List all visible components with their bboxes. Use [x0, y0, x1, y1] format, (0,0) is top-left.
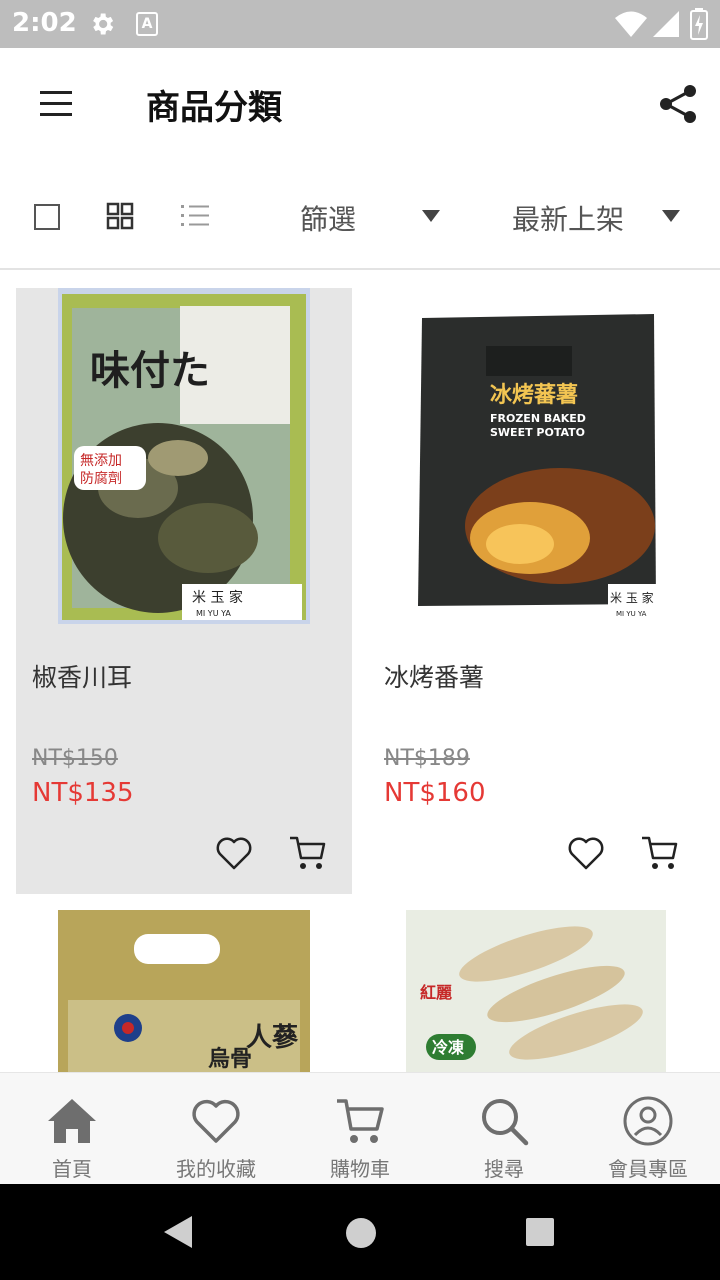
package-label: 冰烤蕃薯 — [490, 382, 578, 408]
settings-icon — [93, 13, 114, 35]
package-label: 米 玉 家 — [610, 590, 654, 605]
cart-icon — [337, 1099, 384, 1143]
product-image[interactable]: 冰烤蕃薯 FROZEN BAKED SWEET POTATO 米 玉 家 MI … — [410, 288, 662, 624]
product-card[interactable]: 味付た 無添加 防腐劑 米 玉 家 MI YU YA 椒香川耳 NT$150 N… — [16, 288, 352, 894]
package-label: MI YU YA — [616, 610, 647, 618]
package-label: 無添加 — [80, 453, 122, 469]
package-label: MI YU YA — [196, 609, 231, 618]
system-nav-bar — [0, 1184, 720, 1280]
signal-icon — [653, 11, 679, 37]
package-label: 紅麗 — [420, 983, 452, 1002]
cart-icon[interactable] — [640, 834, 680, 872]
recent-apps-icon[interactable] — [526, 1218, 554, 1246]
app-bar: 商品分類 — [0, 48, 720, 160]
cart-icon[interactable] — [288, 834, 328, 872]
heart-icon[interactable] — [566, 834, 606, 872]
nav-label: 我的收藏 — [176, 1157, 256, 1181]
product-card[interactable]: 冰烤蕃薯 FROZEN BAKED SWEET POTATO 米 玉 家 MI … — [368, 288, 704, 894]
sale-price: NT$135 — [32, 778, 134, 808]
account-icon — [623, 1096, 673, 1146]
grid-view-icon[interactable] — [106, 202, 134, 230]
nav-favorites[interactable]: 我的收藏 — [144, 1073, 288, 1185]
status-time: 2:02 — [12, 8, 77, 38]
original-price: NT$189 — [384, 746, 470, 771]
battery-icon — [690, 8, 708, 40]
page-title: 商品分類 — [146, 88, 282, 128]
package-label: 人蔘 — [246, 1023, 299, 1053]
product-name[interactable]: 冰烤番薯 — [384, 658, 484, 694]
nav-cart[interactable]: 購物車 — [288, 1073, 432, 1185]
nav-label: 會員專區 — [608, 1157, 688, 1181]
sale-price: NT$160 — [384, 778, 486, 808]
bottom-nav: 首頁 我的收藏 購物車 搜尋 會員專區 — [0, 1072, 720, 1184]
nav-search[interactable]: 搜尋 — [432, 1073, 576, 1185]
view-toolbar: 篩選 最新上架 — [0, 160, 720, 270]
sort-label: 最新上架 — [512, 203, 625, 236]
heart-icon[interactable] — [214, 834, 254, 872]
sort-dropdown[interactable]: 最新上架 — [504, 190, 694, 242]
single-view-icon[interactable] — [34, 204, 60, 230]
package-label: 冷凍 — [432, 1038, 464, 1057]
product-image[interactable]: 紅麗 冷凍 — [406, 910, 666, 1072]
share-icon[interactable] — [656, 82, 700, 126]
nav-label: 首頁 — [52, 1157, 92, 1181]
nav-home[interactable]: 首頁 — [0, 1073, 144, 1185]
package-label: 味付た — [90, 348, 210, 394]
search-icon — [482, 1099, 529, 1146]
product-image[interactable]: 味付た 無添加 防腐劑 米 玉 家 MI YU YA — [58, 288, 310, 624]
package-label: 防腐劑 — [80, 470, 122, 487]
home-icon — [48, 1099, 96, 1143]
nav-label: 購物車 — [330, 1157, 390, 1181]
package-label: 烏骨 — [208, 1046, 252, 1072]
back-icon[interactable] — [164, 1216, 192, 1248]
filter-dropdown[interactable]: 篩選 — [292, 190, 452, 242]
status-bar: 2:02 A — [0, 0, 720, 48]
menu-icon[interactable] — [36, 84, 76, 124]
caret-down-icon — [422, 210, 440, 222]
wifi-icon — [615, 11, 647, 37]
home-button-icon[interactable] — [346, 1218, 376, 1248]
product-name[interactable]: 椒香川耳 — [32, 658, 132, 694]
list-view-icon[interactable] — [180, 202, 210, 230]
original-price: NT$150 — [32, 746, 118, 771]
nav-label: 搜尋 — [484, 1157, 524, 1181]
filter-label: 篩選 — [300, 203, 357, 236]
heart-icon — [192, 1099, 240, 1143]
caret-down-icon — [662, 210, 680, 222]
nav-account[interactable]: 會員專區 — [576, 1073, 720, 1185]
a-notification-icon: A — [136, 12, 158, 36]
package-label: FROZEN BAKED — [490, 412, 586, 425]
package-label: 米 玉 家 — [192, 589, 243, 606]
product-image[interactable]: 人蔘 烏骨 — [58, 910, 310, 1072]
package-label: SWEET POTATO — [490, 426, 585, 439]
